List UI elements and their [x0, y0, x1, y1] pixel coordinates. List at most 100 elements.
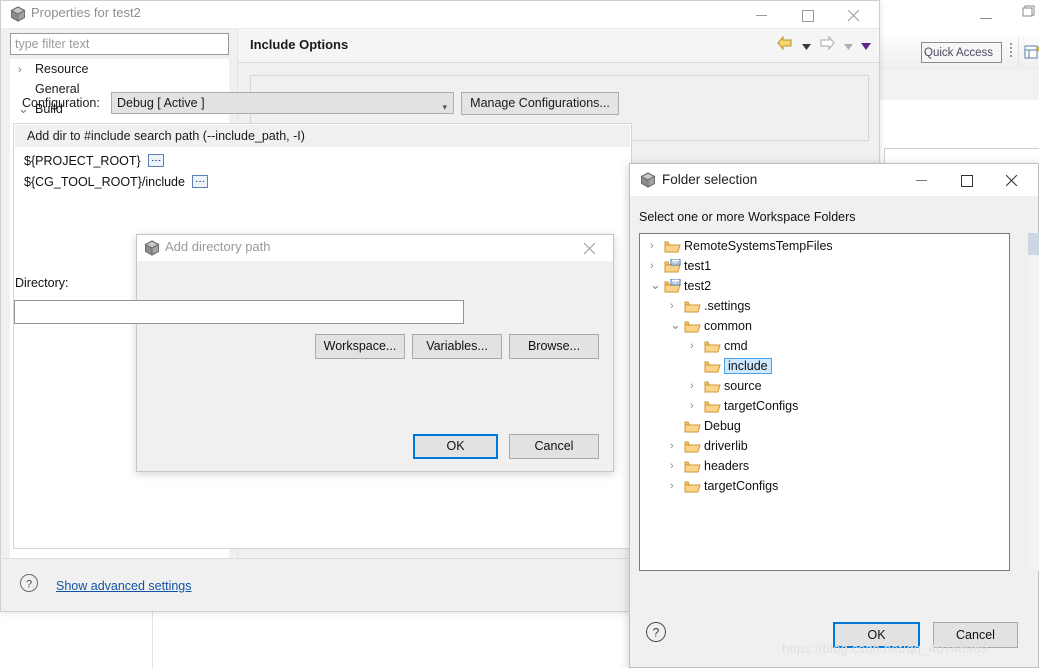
folder-selection-minimize-button[interactable] — [901, 164, 946, 196]
svg-text:?: ? — [653, 626, 660, 640]
forward-arrow-icon[interactable] — [819, 35, 835, 55]
include-path-text-1: ${CG_TOOL_ROOT}/include — [24, 175, 185, 189]
variable-badge-icon — [148, 154, 165, 168]
chevron-right-icon[interactable]: › — [690, 400, 702, 412]
variables-button[interactable]: Variables... — [412, 334, 502, 359]
manage-configurations-button[interactable]: Manage Configurations... — [461, 92, 619, 115]
back-dropdown-icon[interactable] — [801, 37, 811, 55]
add-directory-close-button[interactable] — [571, 235, 611, 261]
ccs-cube-icon — [143, 239, 161, 257]
properties-close-button[interactable] — [832, 1, 878, 28]
properties-tree-item-label: Resource — [35, 62, 89, 76]
folder-icon — [664, 239, 681, 253]
browse-button[interactable]: Browse... — [509, 334, 599, 359]
scrollbar-thumb[interactable] — [1028, 233, 1039, 255]
help-icon[interactable]: ? — [19, 573, 39, 593]
properties-tree-item-label: General — [35, 82, 80, 96]
include-path-text-0: ${PROJECT_ROOT} — [24, 154, 141, 168]
folder-tree-item-label: test2 — [684, 279, 712, 293]
back-arrow-icon[interactable] — [777, 35, 793, 55]
chevron-right-icon[interactable]: › — [670, 300, 682, 312]
variable-badge-icon — [192, 175, 209, 189]
chevron-right-icon[interactable]: › — [690, 380, 702, 392]
background-divider — [152, 608, 153, 668]
folder-tree-item-label: targetConfigs — [704, 479, 779, 493]
folder-icon — [684, 439, 701, 453]
folder-selection-titlebar: Folder selection — [630, 164, 1038, 196]
folder-icon — [704, 399, 721, 413]
toolbar-grip[interactable] — [1010, 41, 1014, 63]
folder-icon — [684, 459, 701, 473]
chevron-right-icon[interactable]: › — [650, 240, 662, 252]
folder-tree-item-label: driverlib — [704, 439, 748, 453]
folder-icon — [704, 379, 721, 393]
folder-icon — [684, 419, 701, 433]
chevron-right-icon[interactable]: › — [650, 260, 662, 272]
directory-input[interactable] — [14, 300, 464, 324]
folder-icon — [684, 319, 701, 333]
svg-text:?: ? — [26, 579, 32, 591]
folder-tree-item-label: targetConfigs — [724, 399, 799, 413]
folder-tree-item-label: RemoteSystemsTempFiles — [684, 239, 833, 253]
chevron-right-icon[interactable]: › — [670, 440, 682, 452]
toolbar-separator — [1018, 38, 1019, 66]
folder-tree-item-label: Debug — [704, 419, 741, 433]
show-advanced-settings-link[interactable]: Show advanced settings — [56, 579, 192, 593]
chevron-down-icon[interactable]: ⌄ — [650, 277, 662, 293]
add-directory-ok-button[interactable]: OK — [413, 434, 498, 459]
configuration-value: Debug [ Active ] — [117, 96, 205, 110]
ccs-cube-icon — [9, 5, 27, 23]
background-ide-titlebar — [880, 0, 1039, 34]
watermark: https://blog.csdn.net/qq_40748989 — [782, 641, 989, 656]
chevron-right-icon[interactable]: › — [18, 64, 30, 78]
background-restore-button[interactable] — [1021, 4, 1039, 24]
folder-tree-item-label: .settings — [704, 299, 751, 313]
page-header: Include Options — [238, 29, 879, 63]
page-navigation — [773, 35, 871, 55]
chevron-right-icon[interactable]: › — [690, 340, 702, 352]
forward-dropdown-icon[interactable] — [843, 37, 853, 55]
add-directory-cancel-button[interactable]: Cancel — [509, 434, 599, 459]
folder-selection-tree[interactable]: › RemoteSystemsTempFiles › ccs test1 ⌄ ccs test… — [639, 233, 1010, 571]
quick-access-input[interactable]: Quick Access — [921, 42, 1002, 63]
folder-selection-maximize-button[interactable] — [946, 164, 991, 196]
filter-input[interactable]: type filter text — [10, 33, 229, 55]
folder-tree-item-label: source — [724, 379, 762, 393]
view-menu-icon[interactable] — [861, 37, 871, 55]
include-path-item-1[interactable]: ${CG_TOOL_ROOT}/include — [24, 175, 209, 189]
directory-label: Directory: — [15, 276, 69, 290]
include-path-item-0[interactable]: ${PROJECT_ROOT} — [24, 154, 165, 168]
include-options-group-label: Add dir to #include search path (--inclu… — [15, 125, 630, 147]
svg-text:ccs: ccs — [672, 280, 680, 285]
background-ide-subtoolbar — [880, 70, 1039, 101]
chevron-right-icon[interactable]: › — [670, 460, 682, 472]
workspace-button[interactable]: Workspace... — [315, 334, 405, 359]
properties-maximize-button[interactable] — [786, 1, 832, 28]
new-file-icon[interactable] — [1024, 43, 1039, 61]
chevron-down-icon[interactable]: ⌄ — [670, 317, 682, 333]
folder-tree-item-label: cmd — [724, 339, 748, 353]
svg-text:ccs: ccs — [672, 260, 680, 265]
add-directory-dialog-title: Add directory path — [165, 239, 271, 254]
folder-tree-item-label: headers — [704, 459, 750, 473]
folder-tree-scrollbar[interactable] — [1028, 233, 1039, 571]
page-title: Include Options — [250, 37, 349, 52]
folder-selection-close-button[interactable] — [991, 164, 1036, 196]
properties-dialog-title: Properties for test2 — [31, 5, 141, 20]
folder-tree-item-label: test1 — [684, 259, 712, 273]
screen-root: Quick Access Properties for test2 type f… — [0, 0, 1039, 668]
ccs-project-icon: ccs — [664, 278, 681, 293]
configuration-select[interactable]: Debug [ Active ] ▾ — [111, 92, 454, 114]
folder-selection-dialog-title: Folder selection — [662, 172, 758, 187]
ccs-project-icon: ccs — [664, 258, 681, 273]
folder-icon — [704, 339, 721, 353]
folder-selection-subtitle: Select one or more Workspace Folders — [639, 210, 856, 224]
properties-minimize-button[interactable] — [740, 1, 786, 28]
background-minimize-button[interactable] — [975, 6, 997, 24]
configuration-label: Configuration: — [22, 96, 100, 110]
chevron-right-icon[interactable]: › — [670, 480, 682, 492]
folder-icon — [684, 299, 701, 313]
ccs-cube-icon — [639, 171, 657, 189]
add-directory-titlebar: Add directory path — [137, 235, 613, 261]
help-icon[interactable]: ? — [645, 621, 667, 643]
